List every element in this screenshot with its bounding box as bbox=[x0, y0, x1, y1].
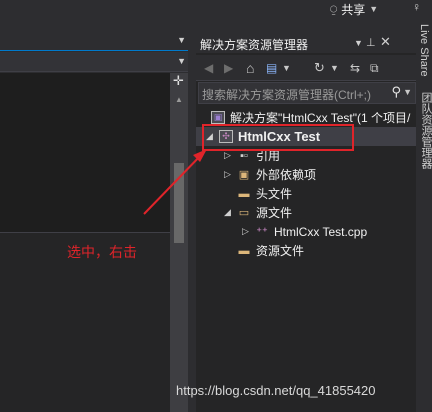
editor-navigation-bar: ▼ bbox=[0, 52, 192, 72]
side-tab-strip bbox=[416, 20, 432, 412]
expand-arrow-icon[interactable]: ▷ bbox=[242, 226, 254, 237]
close-icon[interactable]: ✕ bbox=[380, 34, 391, 50]
back-icon[interactable]: ◀ bbox=[204, 59, 213, 77]
share-label: 共享 bbox=[341, 2, 366, 17]
history-icon[interactable]: ↻ bbox=[314, 59, 325, 77]
editor-scrollbar[interactable]: ✛ ▲ bbox=[170, 73, 188, 412]
home-icon[interactable]: ⌂ bbox=[246, 59, 254, 77]
person-icon[interactable]: ♀ bbox=[412, 0, 421, 14]
search-icon[interactable]: ⚲ bbox=[391, 84, 401, 100]
split-icon[interactable]: ✛ bbox=[173, 74, 184, 87]
dropdown-icon[interactable]: ▼ bbox=[354, 38, 363, 48]
solution-icon: ▣ bbox=[210, 111, 226, 125]
tree-item-label: 头文件 bbox=[256, 187, 293, 201]
tree-item-cpp-file[interactable]: ▷ ⁺⁺ HtmlCxx Test.cpp bbox=[242, 222, 367, 241]
tree-item-resource-files[interactable]: ▬ 资源文件 bbox=[236, 241, 305, 260]
folder-open-icon: ▭ bbox=[238, 207, 250, 219]
expand-arrow-icon[interactable]: ▷ bbox=[224, 150, 236, 161]
tree-item-external-deps[interactable]: ▷ ▣ 外部依赖项 bbox=[224, 165, 316, 184]
editor-tab-bar: ▼ bbox=[0, 33, 192, 51]
cpp-file-icon: ⁺⁺ bbox=[256, 226, 268, 238]
nav-dropdown-icon[interactable]: ▼ bbox=[177, 56, 186, 66]
tab-live-share[interactable]: Live Share bbox=[418, 24, 430, 77]
panel-splitter[interactable] bbox=[188, 33, 196, 412]
scroll-up-icon[interactable]: ▲ bbox=[175, 95, 183, 104]
chevron-down-icon: ▼ bbox=[369, 4, 379, 14]
tree-item-header-files[interactable]: ▬ 头文件 bbox=[236, 184, 293, 203]
folder-icon: ▬ bbox=[238, 244, 250, 257]
switch-views-icon[interactable]: ▤ bbox=[266, 59, 277, 77]
search-input[interactable]: 搜索解决方案资源管理器(Ctrl+;) ⚲ ▼ bbox=[198, 82, 416, 104]
forward-icon[interactable]: ▶ bbox=[224, 59, 233, 77]
search-options-icon[interactable]: ▼ bbox=[403, 87, 412, 97]
expand-arrow-icon[interactable]: ◢ bbox=[224, 207, 236, 218]
sync-icon[interactable]: ⇆ bbox=[350, 59, 360, 77]
dropdown-icon[interactable]: ▼ bbox=[330, 59, 339, 77]
collapse-icon[interactable]: ⧉ bbox=[370, 59, 379, 77]
solution-explorer-toolbar: ◀ ▶ ⌂ ▤ ▼ ↻ ▼ ⇆ ⧉ bbox=[196, 55, 416, 81]
highlight-box bbox=[202, 124, 354, 151]
solution-explorer-panel: 解决方案资源管理器 ▼ ⊥ ✕ ◀ ▶ ⌂ ▤ ▼ ↻ ▼ ⇆ ⧉ 搜索解决方案… bbox=[196, 33, 416, 412]
dropdown-icon[interactable]: ▼ bbox=[282, 59, 291, 77]
tab-dropdown-icon[interactable]: ▼ bbox=[177, 35, 186, 45]
search-placeholder: 搜索解决方案资源管理器(Ctrl+;) bbox=[202, 88, 371, 102]
tab-team-explorer[interactable]: 团队资源管理器 bbox=[418, 92, 432, 169]
scroll-thumb[interactable] bbox=[174, 163, 184, 243]
watermark: https://blog.csdn.net/qq_41855420 bbox=[176, 383, 376, 398]
expand-arrow-icon[interactable]: ▷ bbox=[224, 169, 236, 180]
tree-item-label: 外部依赖项 bbox=[256, 168, 317, 182]
tree-item-label: 源文件 bbox=[256, 206, 293, 220]
share-icon: ⍜ bbox=[330, 1, 338, 16]
solution-explorer-title-bar: 解决方案资源管理器 ▼ ⊥ ✕ bbox=[196, 33, 416, 53]
pin-icon[interactable]: ⊥ bbox=[366, 36, 376, 49]
tree-item-label: HtmlCxx Test.cpp bbox=[274, 224, 368, 239]
annotation-text: 选中，右击 bbox=[67, 245, 137, 261]
panel-title: 解决方案资源管理器 bbox=[200, 38, 309, 52]
tree-item-label: 资源文件 bbox=[256, 244, 305, 258]
external-deps-icon: ▣ bbox=[238, 169, 250, 181]
tree-item-source-files[interactable]: ◢ ▭ 源文件 bbox=[224, 203, 292, 222]
share-button[interactable]: ⍜ 共享 ▼ bbox=[330, 0, 378, 18]
folder-icon: ▬ bbox=[238, 187, 250, 200]
